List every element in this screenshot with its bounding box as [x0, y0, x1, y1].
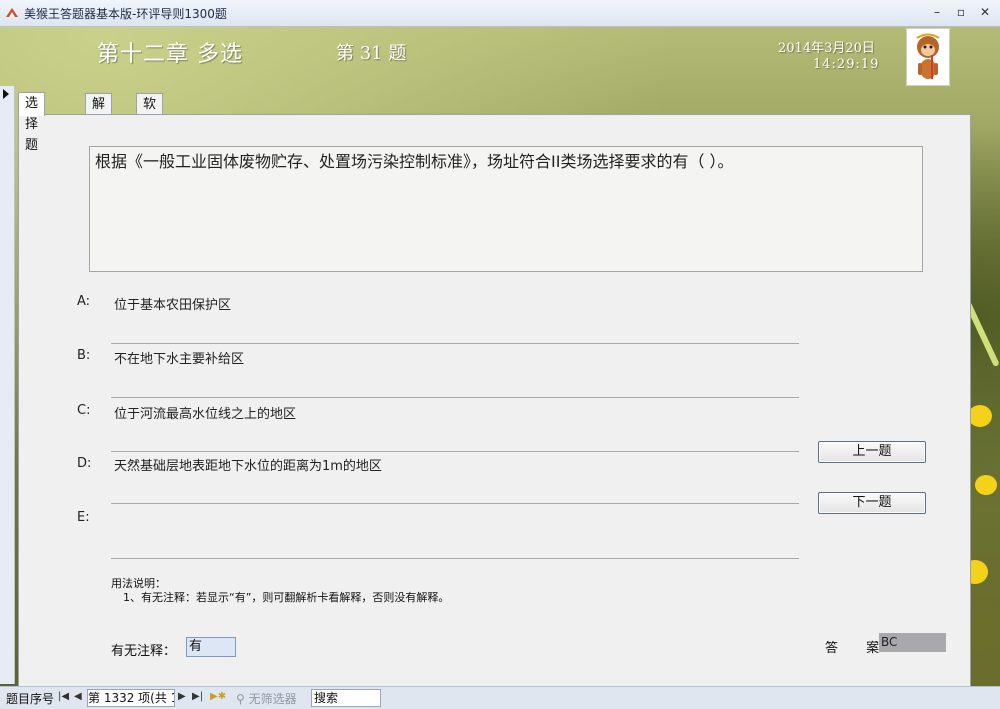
first-record-icon[interactable]: |◀: [58, 691, 69, 702]
filter-icon: ⚲: [236, 692, 249, 706]
new-record-icon[interactable]: ▶✱: [210, 691, 226, 702]
option-c-letter: C:: [77, 403, 91, 418]
app-icon: [6, 8, 18, 17]
monkey-king-icon: [906, 28, 950, 86]
question-text: 根据《一般工业固体废物贮存、处置场污染控制标准》，场址符合II类场选择要求的有（…: [95, 152, 734, 171]
flower-decoration: [968, 405, 992, 427]
question-textbox[interactable]: 根据《一般工业固体废物贮存、处置场污染控制标准》，场址符合II类场选择要求的有（…: [89, 146, 923, 272]
option-b-letter: B:: [77, 348, 91, 363]
close-button[interactable]: ✕: [974, 4, 996, 20]
option-divider: [111, 343, 799, 344]
option-e-letter: E:: [77, 510, 90, 525]
header: 第十二章 多选 第 31 题 2014年3月20日 14:29:19: [0, 26, 1000, 86]
previous-question-button[interactable]: 上一题: [818, 441, 926, 463]
previous-record-icon[interactable]: ◀: [74, 691, 82, 702]
record-navigation-bar: 题目序号 |◀ ◀ 第 1332 项(共 1 ▶ ▶| ▶✱ ⚲ 无筛选器 搜索: [0, 686, 1000, 709]
no-filter-indicator[interactable]: ⚲ 无筛选器: [236, 690, 297, 707]
usage-text: 1、有无注释：若显示“有”，则可翻解析卡看解释，否则没有解释。: [123, 591, 450, 604]
tab-analysis[interactable]: 解析: [85, 93, 113, 133]
answer-colon: :: [874, 637, 879, 652]
tab-choice[interactable]: 选择题: [18, 92, 46, 153]
navbar-label: 题目序号: [6, 692, 55, 706]
record-number-input[interactable]: 第 1332 项(共 1: [87, 689, 175, 707]
option-a-letter: A:: [77, 294, 91, 309]
option-divider: [111, 558, 799, 559]
next-question-button[interactable]: 下一题: [818, 492, 926, 514]
option-c-text[interactable]: 位于河流最高水位线之上的地区: [114, 403, 296, 422]
current-time: 14:29:19: [813, 57, 880, 72]
next-record-icon[interactable]: ▶: [178, 691, 186, 702]
flower-decoration: [975, 475, 997, 495]
annotation-label: 有无注释：: [111, 644, 177, 659]
current-date: 2014年3月20日: [778, 41, 875, 56]
option-divider: [111, 397, 799, 398]
option-d-text[interactable]: 天然基础层地表距地下水位的距离为1m的地区: [114, 455, 382, 474]
tab-software-help[interactable]: 软件说明: [136, 93, 164, 175]
question-panel: 根据《一般工业固体废物贮存、处置场污染控制标准》，场址符合II类场选择要求的有（…: [18, 114, 971, 688]
maximize-button[interactable]: ▫: [950, 4, 972, 20]
window-title: 美猴王答题器基本版-环评导则1300题: [24, 7, 227, 21]
option-a-text[interactable]: 位于基本农田保护区: [114, 294, 231, 313]
last-record-icon[interactable]: ▶|: [192, 691, 203, 702]
record-selector[interactable]: [0, 86, 15, 684]
option-divider: [111, 451, 799, 452]
option-b-text[interactable]: 不在地下水主要补给区: [114, 348, 244, 367]
filter-label: 无筛选器: [248, 692, 297, 706]
minimize-button[interactable]: –: [926, 4, 948, 20]
question-number: 第 31 题: [336, 43, 407, 64]
annotation-field[interactable]: 有: [186, 637, 236, 657]
chapter-title: 第十二章 多选: [97, 42, 243, 67]
window-titlebar: 美猴王答题器基本版-环评导则1300题 – ▫ ✕: [0, 0, 1000, 27]
option-d-letter: D:: [77, 456, 92, 471]
search-input[interactable]: 搜索: [311, 689, 381, 707]
answer-field[interactable]: BC: [879, 633, 946, 652]
current-record-arrow-icon: [3, 89, 9, 99]
option-divider: [111, 503, 799, 504]
